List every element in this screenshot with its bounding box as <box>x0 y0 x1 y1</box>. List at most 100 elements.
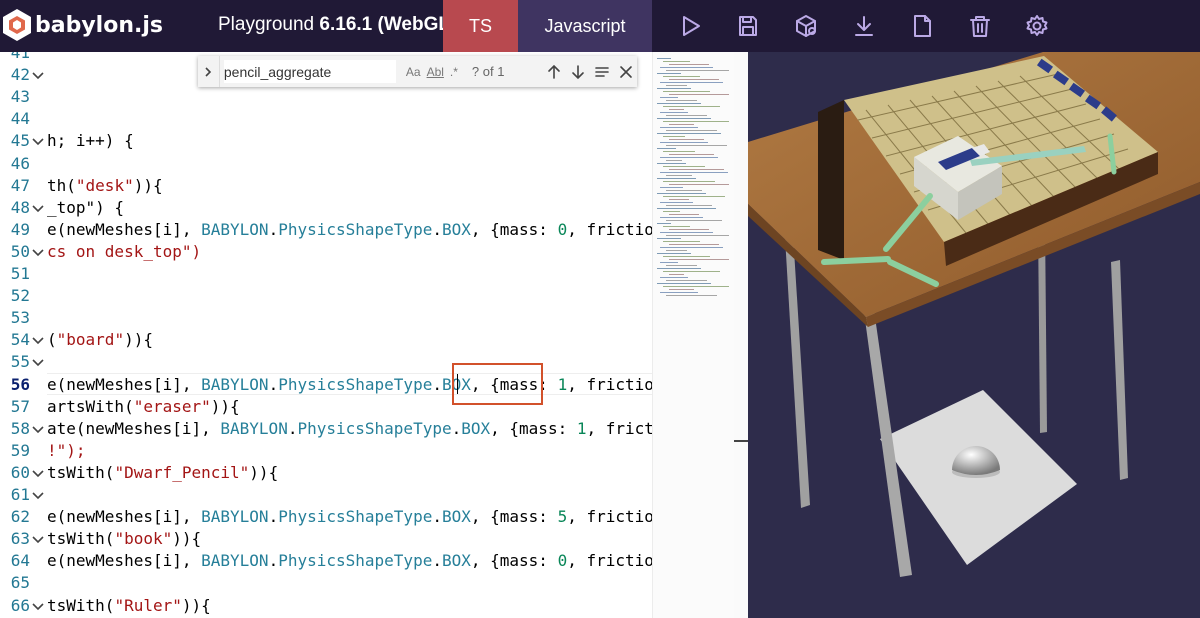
minimap-line <box>660 142 708 143</box>
minimap-line <box>660 172 728 173</box>
previous-match-arrow-up-icon[interactable] <box>544 61 566 83</box>
minimap-line <box>669 229 709 230</box>
minimap-line <box>669 199 689 200</box>
minimap-line <box>657 73 681 74</box>
line-number: 58 <box>10 418 30 438</box>
code-line[interactable]: !"); <box>47 441 86 460</box>
minimap-line <box>660 247 723 248</box>
line-number: 43 <box>10 87 30 107</box>
match-whole-word-option[interactable]: Abl <box>427 65 444 79</box>
minimap-line <box>657 103 701 104</box>
code-line[interactable]: e(newMeshes[i], BABYLON.PhysicsShapeType… <box>47 375 652 394</box>
babylon-logo-icon <box>3 9 31 41</box>
code-line[interactable]: e(newMeshes[i], BABYLON.PhysicsShapeType… <box>47 507 652 526</box>
play-icon[interactable] <box>676 12 704 40</box>
minimap-line <box>663 91 710 92</box>
minimap-line <box>660 292 698 293</box>
fold-chevron-icon[interactable] <box>31 136 47 151</box>
line-number: 42 <box>10 65 30 85</box>
line-number: 45 <box>10 131 30 151</box>
annotation-highlight-box <box>452 363 543 405</box>
find-input[interactable] <box>223 60 396 83</box>
minimap-line <box>657 178 696 179</box>
fold-chevron-icon[interactable] <box>31 70 47 85</box>
code-line[interactable]: e(newMeshes[i], BABYLON.PhysicsShapeType… <box>47 551 652 570</box>
new-file-icon[interactable] <box>908 12 936 40</box>
minimap-line <box>669 154 714 155</box>
fold-chevron-icon[interactable] <box>31 203 47 218</box>
logo-text: babylon.js <box>35 12 163 38</box>
code-line[interactable]: cs on desk_top") <box>47 242 201 261</box>
line-number: 55 <box>10 352 30 372</box>
minimap-line <box>666 85 687 86</box>
babylon-logo[interactable]: babylon.js <box>0 6 163 44</box>
minimap-line <box>663 211 680 212</box>
code-line[interactable]: _top") { <box>47 198 124 217</box>
tab-javascript[interactable]: Javascript <box>518 0 652 52</box>
fold-chevron-icon[interactable] <box>31 468 47 483</box>
next-match-arrow-down-icon[interactable] <box>567 61 589 83</box>
code-line[interactable]: tsWith("book")){ <box>47 529 201 548</box>
code-line[interactable]: th("desk")){ <box>47 176 163 195</box>
code-minimap[interactable] <box>652 52 734 618</box>
download-icon[interactable] <box>850 12 878 40</box>
minimap-line <box>669 274 684 275</box>
minimap-line <box>666 100 697 101</box>
match-case-option[interactable]: Aa <box>406 65 421 79</box>
minimap-line <box>660 97 678 98</box>
line-number: 50 <box>10 241 30 261</box>
minimap-line <box>669 124 694 125</box>
top-bar: babylon.js Playground 6.16.1 (WebGL2) TS… <box>0 0 1200 52</box>
code-line[interactable]: tsWith("Dwarf_Pencil")){ <box>47 463 278 482</box>
minimap-line <box>660 157 718 158</box>
minimap-line <box>663 196 725 197</box>
minimap-line <box>660 82 723 83</box>
line-number: 47 <box>10 175 30 195</box>
toggle-replace-chevron-icon[interactable] <box>198 56 220 87</box>
editor-scrollbar[interactable] <box>734 52 748 618</box>
minimap-line <box>669 244 719 245</box>
tab-ts[interactable]: TS <box>443 0 518 52</box>
fold-chevron-icon[interactable] <box>31 601 47 616</box>
minimap-line <box>660 232 713 233</box>
fold-chevron-icon[interactable] <box>31 357 47 372</box>
line-number: 61 <box>10 485 30 504</box>
fold-chevron-icon[interactable] <box>31 534 47 549</box>
find-in-selection-icon[interactable] <box>591 61 613 83</box>
code-line[interactable]: h; i++) { <box>47 131 134 150</box>
minimap-line <box>663 181 715 182</box>
minimap-line <box>669 109 684 110</box>
fold-chevron-icon[interactable] <box>31 247 47 262</box>
code-line[interactable]: tsWith("Ruler")){ <box>47 596 211 615</box>
render-canvas[interactable] <box>748 52 1200 618</box>
code-editor[interactable]: 41 42 43 44 45 h; i++) {46 47 th("desk")){48 _to… <box>0 52 652 618</box>
fold-chevron-icon[interactable] <box>31 335 47 350</box>
delete-icon[interactable] <box>966 12 994 40</box>
minimap-line <box>657 193 706 194</box>
code-line[interactable]: ("board")){ <box>47 330 153 349</box>
fold-chevron-icon[interactable] <box>31 490 47 505</box>
minimap-line <box>663 286 729 287</box>
line-number: 59 <box>10 440 30 460</box>
inspector-icon[interactable] <box>792 12 820 40</box>
settings-icon[interactable] <box>1023 12 1051 40</box>
line-number: 65 <box>10 573 30 593</box>
code-line[interactable]: e(newMeshes[i], BABYLON.PhysicsShapeType… <box>47 220 652 239</box>
minimap-line <box>657 58 671 59</box>
close-find-icon[interactable] <box>615 61 637 83</box>
save-icon[interactable] <box>734 12 762 40</box>
fold-chevron-icon[interactable] <box>31 424 47 439</box>
code-line[interactable]: artsWith("eraser")){ <box>47 397 240 416</box>
minimap-line <box>660 187 683 188</box>
line-number: 51 <box>10 264 30 283</box>
code-line[interactable]: ate(newMeshes[i], BABYLON.PhysicsShapeTy… <box>47 419 652 438</box>
minimap-line <box>663 256 710 257</box>
line-number: 53 <box>10 308 30 328</box>
minimap-line <box>669 184 729 185</box>
minimap-line <box>660 67 713 68</box>
minimap-line <box>666 235 729 236</box>
minimap-line <box>666 295 717 296</box>
regex-option[interactable]: .* <box>450 65 458 79</box>
minimap-line <box>663 166 705 167</box>
playground-app: babylon.js Playground 6.16.1 (WebGL2) TS… <box>0 0 1200 618</box>
